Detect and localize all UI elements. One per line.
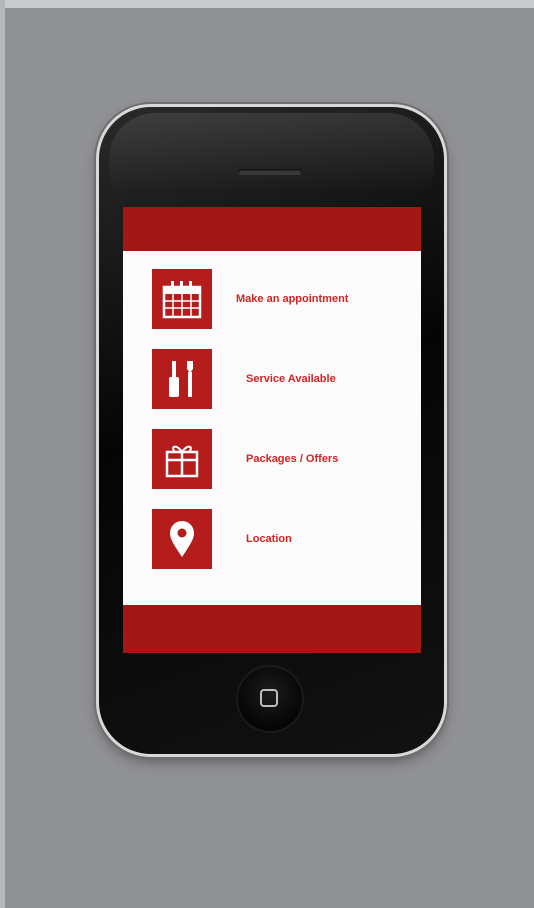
tools-icon [152,349,212,409]
left-strip [0,0,5,908]
calendar-icon [152,269,212,329]
gift-icon [152,429,212,489]
menu-item-location[interactable]: Location [152,509,414,569]
app-footer-bar [123,605,421,653]
home-square-icon [260,689,278,707]
phone-device: Make an appointment Service Available Pa… [99,107,444,754]
phone-shine [109,113,434,193]
page-background: Make an appointment Service Available Pa… [0,0,534,908]
menu-label-packages-offers: Packages / Offers [246,453,339,465]
phone-screen: Make an appointment Service Available Pa… [123,207,421,653]
menu-item-make-appointment[interactable]: Make an appointment [152,269,414,329]
menu-label-make-appointment: Make an appointment [236,293,349,305]
top-strip [0,0,534,8]
menu-label-service-available: Service Available [246,373,336,385]
app-header-bar [123,207,421,251]
location-pin-icon [152,509,212,569]
menu-label-location: Location [246,533,292,545]
home-button[interactable] [238,667,302,731]
earpiece-speaker [238,169,302,175]
menu-item-packages-offers[interactable]: Packages / Offers [152,429,414,489]
menu-item-service-available[interactable]: Service Available [152,349,414,409]
